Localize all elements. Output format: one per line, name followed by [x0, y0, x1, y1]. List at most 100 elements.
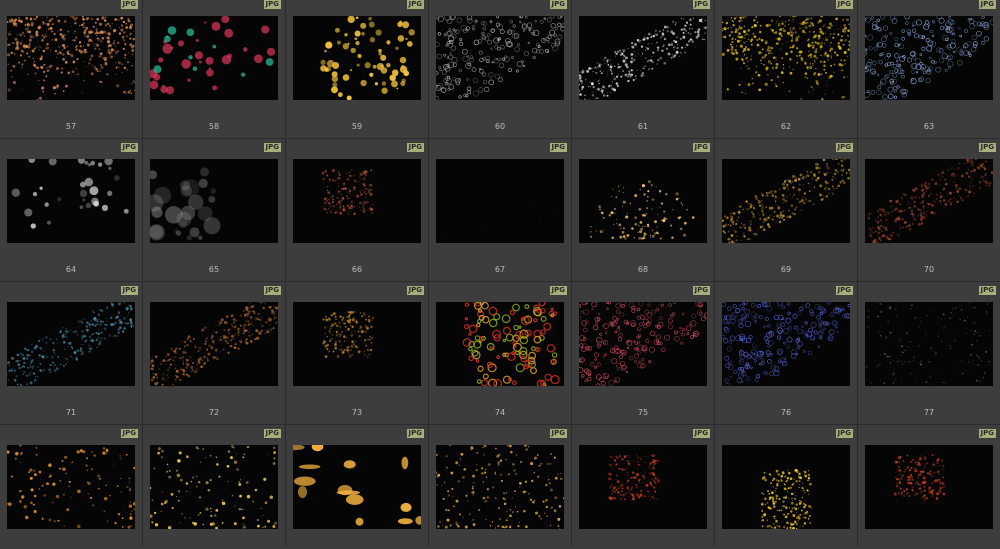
thumbnail-image[interactable] [865, 445, 993, 529]
thumbnail-image[interactable] [7, 159, 135, 243]
file-type-badge: JPG [549, 286, 567, 295]
file-type-badge: JPG [263, 143, 281, 152]
file-type-badge: JPG [549, 0, 567, 9]
file-type-badge: JPG [406, 429, 424, 438]
thumbnail-image[interactable] [579, 159, 707, 243]
thumbnail-grid: JPG 57 JPG 58 JPG 59 JPG 60 JPG 61 JPG 62 JPG 63 JPG 64… [0, 0, 1000, 549]
file-type-badge: JPG [120, 286, 138, 295]
file-type-badge: JPG [692, 0, 710, 9]
thumbnail-number: 57 [65, 122, 77, 131]
thumbnail-number: 63 [923, 122, 935, 131]
file-type-badge: JPG [406, 143, 424, 152]
file-type-badge: JPG [692, 286, 710, 295]
file-type-badge: JPG [406, 0, 424, 9]
file-type-badge: JPG [549, 429, 567, 438]
thumbnail-cell[interactable]: JPG 58 [143, 0, 285, 138]
thumbnail-cell[interactable]: JPG 77 [858, 282, 1000, 424]
file-type-badge: JPG [120, 0, 138, 9]
thumbnail-cell[interactable]: JPG [286, 425, 428, 549]
thumbnail-image[interactable] [436, 159, 564, 243]
thumbnail-image[interactable] [722, 302, 850, 386]
thumbnail-image[interactable] [722, 159, 850, 243]
thumbnail-number: 62 [780, 122, 792, 131]
thumbnail-cell[interactable]: JPG 69 [715, 139, 857, 281]
thumbnail-cell[interactable]: JPG 66 [286, 139, 428, 281]
thumbnail-cell[interactable]: JPG 74 [429, 282, 571, 424]
thumbnail-image[interactable] [865, 16, 993, 100]
thumbnail-number: 77 [923, 408, 935, 417]
file-type-badge: JPG [263, 0, 281, 9]
file-type-badge: JPG [835, 143, 853, 152]
thumbnail-number: 75 [637, 408, 649, 417]
thumbnail-cell[interactable]: JPG 60 [429, 0, 571, 138]
thumbnail-cell[interactable]: JPG 59 [286, 0, 428, 138]
file-type-badge: JPG [120, 429, 138, 438]
thumbnail-number: 69 [780, 265, 792, 274]
thumbnail-cell[interactable]: JPG 68 [572, 139, 714, 281]
thumbnail-cell[interactable]: JPG 76 [715, 282, 857, 424]
thumbnail-image[interactable] [293, 302, 421, 386]
thumbnail-image[interactable] [7, 445, 135, 529]
file-type-badge: JPG [549, 143, 567, 152]
thumbnail-image[interactable] [293, 445, 421, 529]
file-type-badge: JPG [263, 429, 281, 438]
thumbnail-number: 66 [351, 265, 363, 274]
thumbnail-number: 74 [494, 408, 506, 417]
thumbnail-number: 70 [923, 265, 935, 274]
thumbnail-image[interactable] [579, 445, 707, 529]
thumbnail-cell[interactable]: JPG 61 [572, 0, 714, 138]
thumbnail-cell[interactable]: JPG [715, 425, 857, 549]
file-type-badge: JPG [978, 429, 996, 438]
thumbnail-cell[interactable]: JPG 75 [572, 282, 714, 424]
file-type-badge: JPG [978, 286, 996, 295]
thumbnail-number: 65 [208, 265, 220, 274]
thumbnail-image[interactable] [579, 302, 707, 386]
thumbnail-image[interactable] [579, 16, 707, 100]
file-type-badge: JPG [978, 143, 996, 152]
thumbnail-image[interactable] [150, 445, 278, 529]
file-type-badge: JPG [835, 429, 853, 438]
thumbnail-image[interactable] [865, 159, 993, 243]
file-type-badge: JPG [835, 0, 853, 9]
thumbnail-cell[interactable]: JPG 73 [286, 282, 428, 424]
thumbnail-cell[interactable]: JPG 71 [0, 282, 142, 424]
thumbnail-image[interactable] [150, 16, 278, 100]
thumbnail-image[interactable] [436, 445, 564, 529]
thumbnail-cell[interactable]: JPG [143, 425, 285, 549]
thumbnail-cell[interactable]: JPG 70 [858, 139, 1000, 281]
thumbnail-cell[interactable]: JPG 63 [858, 0, 1000, 138]
thumbnail-cell[interactable]: JPG 57 [0, 0, 142, 138]
thumbnail-image[interactable] [722, 16, 850, 100]
thumbnail-image[interactable] [150, 159, 278, 243]
file-type-badge: JPG [406, 286, 424, 295]
thumbnail-image[interactable] [722, 445, 850, 529]
thumbnail-number: 61 [637, 122, 649, 131]
thumbnail-image[interactable] [7, 302, 135, 386]
thumbnail-cell[interactable]: JPG 72 [143, 282, 285, 424]
thumbnail-number: 76 [780, 408, 792, 417]
thumbnail-cell[interactable]: JPG 65 [143, 139, 285, 281]
thumbnail-image[interactable] [436, 302, 564, 386]
thumbnail-cell[interactable]: JPG [572, 425, 714, 549]
thumbnail-cell[interactable]: JPG 67 [429, 139, 571, 281]
thumbnail-cell[interactable]: JPG 64 [0, 139, 142, 281]
thumbnail-number: 67 [494, 265, 506, 274]
thumbnail-number: 72 [208, 408, 220, 417]
thumbnail-image[interactable] [293, 159, 421, 243]
file-type-badge: JPG [692, 429, 710, 438]
thumbnail-cell[interactable]: JPG [429, 425, 571, 549]
thumbnail-cell[interactable]: JPG [858, 425, 1000, 549]
file-type-badge: JPG [692, 143, 710, 152]
thumbnail-cell[interactable]: JPG [0, 425, 142, 549]
thumbnail-image[interactable] [7, 16, 135, 100]
thumbnail-image[interactable] [865, 302, 993, 386]
thumbnail-number: 64 [65, 265, 77, 274]
thumbnail-image[interactable] [436, 16, 564, 100]
thumbnail-image[interactable] [150, 302, 278, 386]
thumbnail-number: 73 [351, 408, 363, 417]
thumbnail-number: 60 [494, 122, 506, 131]
thumbnail-image[interactable] [293, 16, 421, 100]
file-type-badge: JPG [120, 143, 138, 152]
thumbnail-cell[interactable]: JPG 62 [715, 0, 857, 138]
thumbnail-number: 58 [208, 122, 220, 131]
